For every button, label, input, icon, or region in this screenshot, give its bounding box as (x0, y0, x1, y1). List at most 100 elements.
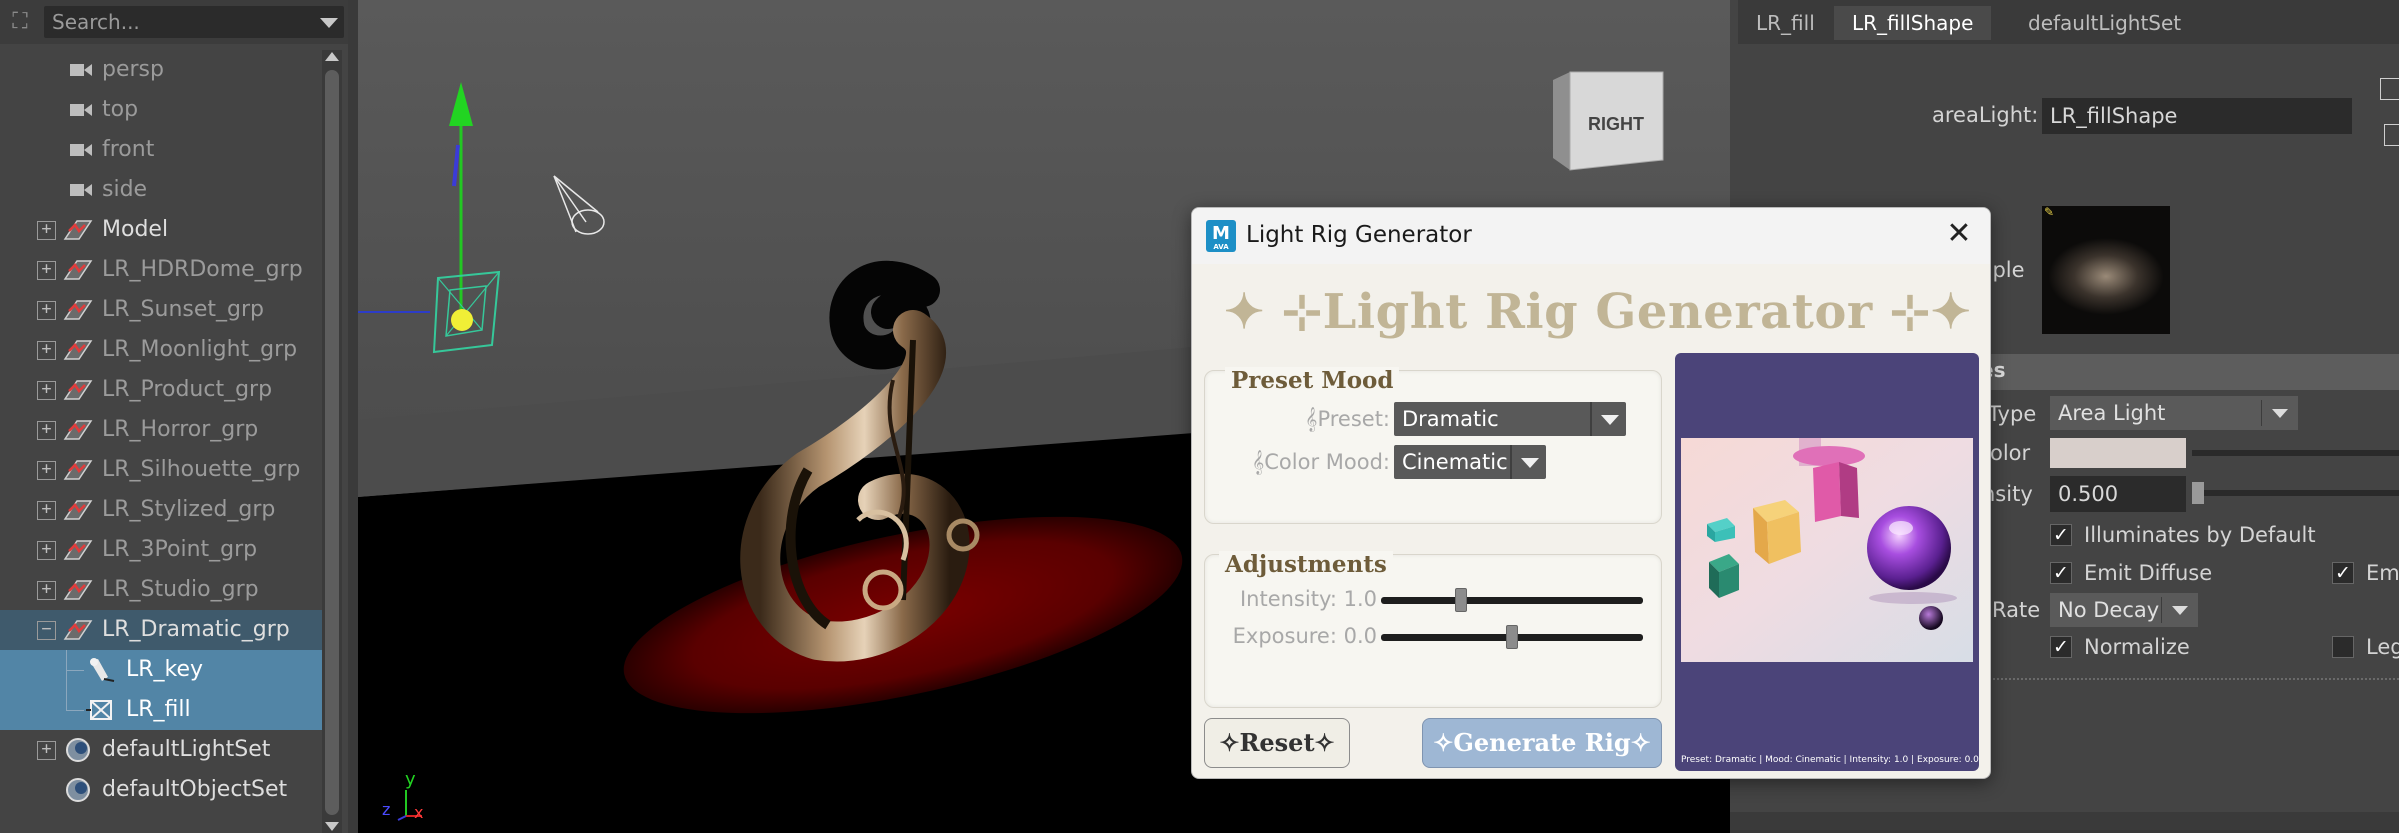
outliner-list: persp top front side + Model + LR_HDRDome_grp + L… (0, 50, 322, 833)
emit-specular-checkbox[interactable]: ✓ (2332, 562, 2354, 584)
intensity-slider[interactable] (1381, 588, 1643, 612)
outliner-item-lr-moonlight-grp[interactable]: + LR_Moonlight_grp (0, 330, 322, 370)
outliner-item-model[interactable]: + Model (0, 210, 322, 250)
outliner-item-label: LR_Studio_grp (102, 577, 259, 602)
outliner-item-label: Model (102, 217, 169, 242)
outliner-item-label: LR_Sunset_grp (102, 297, 264, 322)
preset-dropdown[interactable]: Dramatic (1394, 402, 1626, 436)
emit-specular-label: Em (2366, 561, 2399, 585)
outliner-menu-icon[interactable]: ⛶ (4, 6, 36, 38)
expand-icon[interactable]: + (37, 461, 56, 480)
illuminates-label: Illuminates by Default (2084, 523, 2316, 547)
outliner-item-side[interactable]: side (0, 170, 322, 210)
outliner-item-defaultlightset[interactable]: + defaultLightSet (0, 730, 322, 770)
color-label: olor (1990, 441, 2031, 465)
generate-rig-button[interactable]: ✧Generate Rig✧ (1422, 718, 1662, 768)
emit-diffuse-checkbox[interactable]: ✓ (2050, 562, 2072, 584)
outliner-search[interactable] (44, 6, 344, 38)
outliner-item-label: defaultObjectSet (102, 777, 288, 802)
transform-group-icon (63, 497, 93, 523)
color-swatch[interactable] (2050, 438, 2186, 468)
intensity-slider-handle[interactable] (1455, 588, 1467, 612)
exposure-slider[interactable] (1381, 625, 1643, 649)
search-input[interactable] (52, 6, 302, 38)
light-rig-generator-dialog: M AVA Light Rig Generator ✕ ✦ ⊹Light Rig … (1191, 207, 1991, 779)
transform-group-icon (63, 537, 93, 563)
color-mood-dropdown[interactable]: Cinematic (1394, 445, 1546, 479)
outliner-item-persp[interactable]: persp (0, 50, 322, 90)
expand-icon[interactable]: + (37, 741, 56, 760)
intensity-slider-handle[interactable] (2192, 482, 2204, 504)
outliner-item-lr-dramatic-grp[interactable]: − LR_Dramatic_grp (0, 610, 322, 650)
area-light-icon (86, 697, 116, 723)
tab-lr-fill[interactable]: LR_fill (1738, 6, 1833, 40)
type-label: Type (1988, 402, 2037, 426)
outliner-item-label: LR_Horror_grp (102, 417, 259, 442)
light-type-dropdown[interactable]: Area Light (2050, 396, 2298, 430)
tab-defaultlightset[interactable]: defaultLightSet (2010, 6, 2199, 40)
view-cube[interactable]: RIGHT (1553, 71, 1664, 171)
object-set-icon (63, 777, 93, 803)
section-header-attributes[interactable]: es (1980, 354, 2399, 390)
expand-icon[interactable]: + (37, 341, 56, 360)
expand-icon[interactable]: + (37, 541, 56, 560)
outliner-item-label: front (102, 137, 155, 162)
focus-icon[interactable] (2380, 78, 2399, 100)
intensity-slider[interactable] (2192, 482, 2399, 504)
transform-group-icon (63, 257, 93, 283)
scrollbar-thumb[interactable] (325, 70, 339, 815)
close-icon[interactable]: ✕ (1944, 219, 1974, 250)
outliner-item-defaultobjectset[interactable]: defaultObjectSet (0, 770, 322, 810)
legacy-checkbox[interactable] (2332, 636, 2354, 658)
outliner-item-label: LR_HDRDome_grp (102, 257, 303, 282)
outliner-item-lr-fill[interactable]: LR_fill (0, 690, 322, 730)
outliner-item-label: LR_Product_grp (102, 377, 273, 402)
intensity-field[interactable]: 0.500 (2050, 476, 2186, 512)
exposure-slider-handle[interactable] (1506, 625, 1518, 649)
node-name-field[interactable]: LR_fillShape (2042, 98, 2352, 134)
outliner-item-lr-hdrdome-grp[interactable]: + LR_HDRDome_grp (0, 250, 322, 290)
maya-logo-icon: M AVA (1206, 220, 1236, 252)
tab-lr-fillshape[interactable]: LR_fillShape (1834, 6, 1992, 40)
expand-icon[interactable]: + (37, 381, 56, 400)
spot-light-icon (86, 657, 116, 683)
outliner-item-lr-horror-grp[interactable]: + LR_Horror_grp (0, 410, 322, 450)
outliner-item-lr-product-grp[interactable]: + LR_Product_grp (0, 370, 322, 410)
chevron-down-icon (1521, 458, 1539, 468)
outliner-item-lr-sunset-grp[interactable]: + LR_Sunset_grp (0, 290, 322, 330)
outliner-item-lr-3point-grp[interactable]: + LR_3Point_grp (0, 530, 322, 570)
expand-icon[interactable]: + (37, 301, 56, 320)
outliner-item-top[interactable]: top (0, 90, 322, 130)
dialog-titlebar[interactable]: M AVA Light Rig Generator ✕ (1192, 208, 1990, 264)
panel-splitter[interactable] (348, 0, 358, 833)
expand-icon[interactable]: + (37, 421, 56, 440)
outliner-item-label: defaultLightSet (102, 737, 271, 762)
expand-icon[interactable]: + (37, 501, 56, 520)
transform-group-icon (63, 377, 93, 403)
outliner-item-lr-key[interactable]: LR_key (0, 650, 322, 690)
outliner-item-lr-silhouette-grp[interactable]: + LR_Silhouette_grp (0, 450, 322, 490)
outliner-item-label: LR_key (126, 657, 204, 682)
scroll-down-icon[interactable] (325, 822, 339, 831)
legacy-label: Leg (2366, 635, 2399, 659)
transform-group-icon (63, 617, 93, 643)
expand-icon[interactable]: + (37, 221, 56, 240)
illuminates-checkbox[interactable]: ✓ (2050, 524, 2072, 546)
decay-rate-label: Rate (1992, 598, 2041, 622)
decay-rate-dropdown[interactable]: No Decay (2050, 593, 2198, 627)
outliner-item-front[interactable]: front (0, 130, 322, 170)
emit-diffuse-label: Emit Diffuse (2084, 561, 2213, 585)
outliner-item-lr-studio-grp[interactable]: + LR_Studio_grp (0, 570, 322, 610)
collapse-icon[interactable]: − (37, 621, 56, 640)
normalize-checkbox[interactable]: ✓ (2050, 636, 2072, 658)
expand-icon[interactable]: + (37, 581, 56, 600)
color-slider[interactable] (2192, 450, 2399, 456)
reset-button[interactable]: ✧Reset✧ (1204, 718, 1350, 768)
outliner-item-lr-stylized-grp[interactable]: + LR_Stylized_grp (0, 490, 322, 530)
search-options-chevron-icon[interactable] (320, 18, 338, 28)
outliner-scrollbar[interactable] (322, 50, 342, 833)
expand-icon[interactable]: + (37, 261, 56, 280)
scroll-up-icon[interactable] (325, 52, 339, 61)
presets-icon[interactable] (2384, 124, 2399, 146)
outliner-item-label: persp (102, 57, 164, 82)
